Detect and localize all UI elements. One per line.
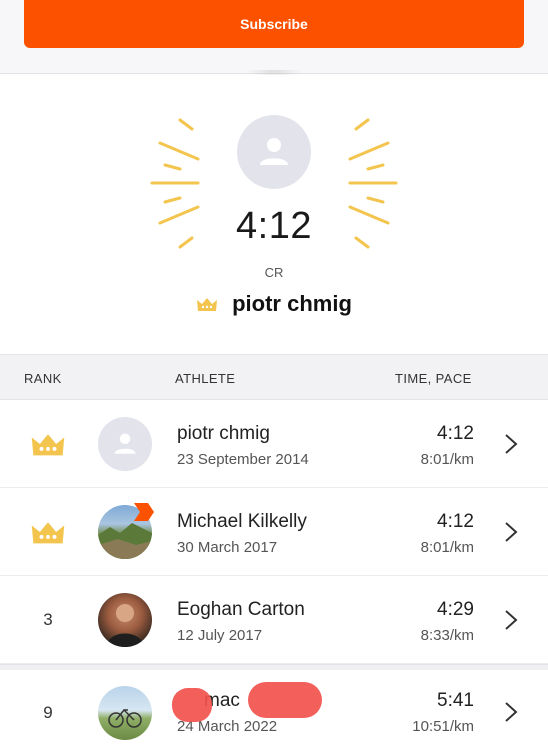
rank-cell [20,488,76,576]
athlete-name: piotr chmig [177,423,270,444]
chevron-right-icon [505,610,518,630]
rank-cell: 9 [43,703,53,722]
effort-time: 5:41 [437,690,474,711]
effort-time: 4:29 [437,599,474,620]
effort-time: 4:12 [437,423,474,444]
table-row[interactable]: 3 Eoghan Carton 12 July 2017 4:29 8:33/k… [0,576,548,664]
chevron-right-icon [505,434,518,454]
table-row[interactable]: piotr chmig 23 September 2014 4:12 8:01/… [0,400,548,488]
user-icon [260,138,288,165]
cr-label: CR [264,265,284,280]
athlete-column-header: ATHLETE [175,371,236,386]
rank-cell [20,400,76,488]
athlete-name: Michael Kilkelly [177,511,307,532]
redaction-mark [248,682,322,718]
avatar [98,686,152,740]
chevron-right-icon [505,522,518,542]
effort-date: 12 July 2017 [177,627,263,644]
table-row[interactable]: Michael Kilkelly 30 March 2017 4:12 8:01… [0,488,548,576]
chevron-right-icon [505,702,518,722]
effort-pace: 8:01/km [420,539,474,556]
avatar [98,417,152,471]
redaction-mark [172,688,212,722]
user-icon [114,433,136,454]
effort-pace: 8:01/km [420,451,474,468]
effort-time: 4:12 [437,511,474,532]
athlete-name: Eoghan Carton [177,599,305,620]
crown-icon [197,298,218,311]
leader-name-row: piotr chmig [0,291,548,317]
subscribe-button[interactable]: Subscribe [24,0,524,48]
cr-hero: 4:12 CR piotr chmig [0,75,548,355]
effort-date: 30 March 2017 [177,539,278,556]
leaderboard-header: RANK ATHLETE TIME, PACE [0,354,548,400]
premium-badge-icon [134,503,154,521]
top-bar: Subscribe [0,0,548,74]
crown-icon [31,434,65,456]
bike-photo-icon [108,708,142,728]
time-column-header: TIME, PACE [395,371,472,386]
effort-pace: 10:51/km [412,718,474,735]
rank-cell: 3 [43,610,53,629]
crown-icon [31,522,65,544]
effort-pace: 8:33/km [420,627,474,644]
portrait-photo-icon [106,604,144,647]
leader-name[interactable]: piotr chmig [232,291,352,317]
avatar [98,593,152,647]
rank-column-header: RANK [24,371,62,386]
effort-date: 23 September 2014 [177,451,309,468]
leader-avatar[interactable] [237,115,311,189]
leader-time: 4:12 [236,205,312,247]
